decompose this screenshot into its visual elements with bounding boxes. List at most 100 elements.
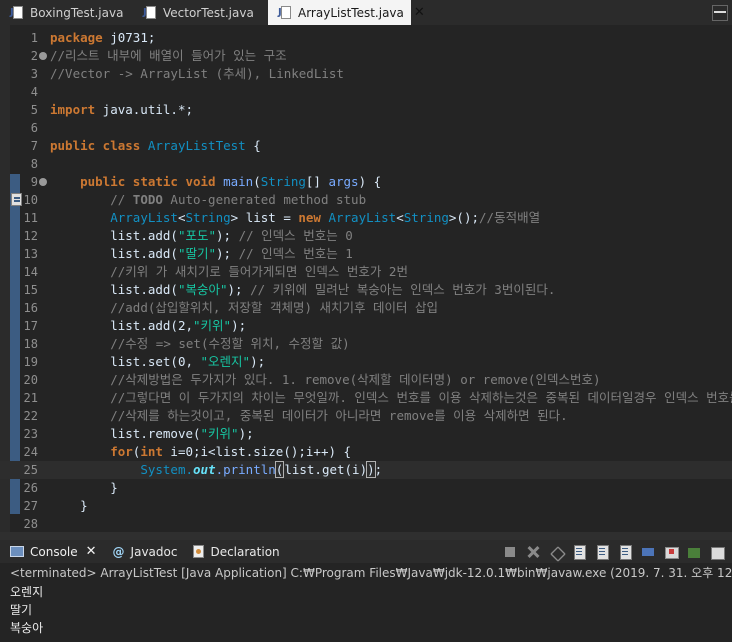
code-line: 27 } [0,497,732,515]
display-console-icon[interactable] [709,544,725,560]
line-number: 26 [23,481,38,495]
tab-label: Javadoc [130,544,178,559]
code-line: 9 public static void main(String[] args)… [0,173,732,191]
line-number: 18 [23,337,38,351]
line-number: 23 [23,427,38,441]
line-number: 6 [30,121,38,135]
code-text: { [245,138,261,153]
code-text: ); [216,246,239,261]
tab-vectortest[interactable]: J VectorTest.java [133,0,268,25]
keyword: for [110,444,133,459]
code-lines: 1 package j0731; 2 //리스트 내부에 배열이 들어가 있는 구조… [0,29,732,532]
code-text: list.add( [110,246,178,261]
pin-console-icon[interactable] [686,544,702,560]
code-line: 4 [0,83,732,101]
terminate-icon[interactable] [502,544,518,560]
string-literal: "키위" [193,318,232,333]
close-icon[interactable]: ✕ [414,5,425,20]
code-line: 16 //add(삽입할위치, 저장할 객체명) 새치기후 데이터 삽입 [0,299,732,317]
type-name: ArrayList [320,210,397,225]
code-line: 12 list.add("포도"); // 인덱스 번호는 0 [0,227,732,245]
remove-launch-icon[interactable] [525,544,541,560]
word-wrap-icon[interactable] [617,544,633,560]
java-file-icon: J [278,5,292,20]
line-number: 12 [23,229,38,243]
string-literal: "복숭아" [177,282,228,297]
scroll-lock-icon[interactable] [594,544,610,560]
line-number: 22 [23,409,38,423]
string-literal: "포도" [177,228,217,243]
tab-arraylisttest[interactable]: J ArrayListTest.java ✕ [268,0,425,25]
show-on-error-icon[interactable] [663,544,679,560]
line-number: 25 [23,463,38,477]
show-on-output-icon[interactable] [640,544,656,560]
tab-boxingtest[interactable]: J BoxingTest.java [0,0,133,25]
comment: Auto-generated method stub [162,192,367,207]
line-number: 11 [23,211,38,225]
code-line: 1 package j0731; [0,29,732,47]
tab-declaration[interactable]: Declaration [183,540,285,563]
matching-bracket: ) [366,461,376,478]
line-number: 3 [30,67,38,81]
comment: //리스트 내부에 배열이 들어가 있는 구조 [50,48,287,63]
tab-label: ArrayListTest.java [298,5,404,20]
code-line: 23 list.remove("키위"); [0,425,732,443]
line-number: 28 [23,517,38,531]
minimize-icon[interactable] [712,3,728,21]
code-text: } [110,480,118,495]
console-icon [10,546,24,557]
line-number: 9 [30,175,38,189]
tab-console[interactable]: Console ✕ [0,540,103,563]
line-number: 7 [30,139,38,153]
comment: // [110,192,133,207]
comment: // 키위에 밀려난 복숭아는 인덱스 번호가 3번이된다. [250,282,556,297]
comment: // 인덱스 번호는 0 [238,228,353,243]
code-text: ); [238,426,254,441]
declaration-icon [193,545,205,558]
code-line: 13 list.add("딸기"); // 인덱스 번호는 1 [0,245,732,263]
remove-all-terminated-icon[interactable] [548,544,564,560]
javadoc-icon: @ [112,544,125,559]
code-line: 18 //수정 => set(수정할 위치, 수정할 값) [0,335,732,353]
code-text: ); [231,318,247,333]
line-number: 10 [23,193,38,207]
console-output[interactable]: 오렌지 딸기 복숭아 [0,583,732,642]
output-line: 복숭아 [10,621,44,635]
method-name: .println [215,462,276,477]
clear-console-icon[interactable] [571,544,587,560]
line-number: 21 [23,391,38,405]
string-literal: "오렌지" [200,354,251,369]
code-text: i=0;i<list.size();i++) { [162,444,352,459]
keyword: public class [50,138,141,153]
tab-javadoc[interactable]: @ Javadoc [103,540,184,563]
code-line: 5 import java.util.*; [0,101,732,119]
code-line: 7 public class ArrayListTest { [0,137,732,155]
comment: //Vector -> ArrayList (추세), LinkedList [50,66,344,81]
code-text: list.add(2, [110,318,194,333]
line-number: 17 [23,319,38,333]
class-name: ArrayListTest [140,138,246,153]
fold-icon[interactable] [39,178,47,186]
tab-label: Console [30,544,78,559]
tab-label: BoxingTest.java [30,5,124,20]
code-editor[interactable]: 1 package j0731; 2 //리스트 내부에 배열이 들어가 있는 구조… [0,25,732,532]
line-number: 4 [30,85,38,99]
code-line: 22 //삭제를 하는것이고, 중복된 데이터가 아니라면 remove를 이용… [0,407,732,425]
code-text: } [80,498,88,513]
close-icon[interactable]: ✕ [86,544,97,559]
code-line: 19 list.set(0, "오렌지"); [0,353,732,371]
line-number: 8 [30,157,38,171]
code-text: ); [216,228,239,243]
keyword: new [298,210,321,225]
code-text: ); [250,354,266,369]
code-line: 2 //리스트 내부에 배열이 들어가 있는 구조 [0,47,732,65]
parameter-name: args [328,174,359,189]
type-name: System. [140,462,193,477]
fold-icon[interactable] [39,52,47,60]
java-file-icon: J [143,5,157,20]
code-line: 11 ArrayList<String> list = new ArrayLis… [0,209,732,227]
code-line: 15 list.add("복숭아"); // 키위에 밀려난 복숭아는 인덱스 … [0,281,732,299]
code-line: 17 list.add(2,"키위"); [0,317,732,335]
code-text: list.add( [110,228,178,243]
code-line: 21 //그렇다면 이 두가지의 차이는 무엇일까. 인덱스 번호를 이용 삭제… [0,389,732,407]
